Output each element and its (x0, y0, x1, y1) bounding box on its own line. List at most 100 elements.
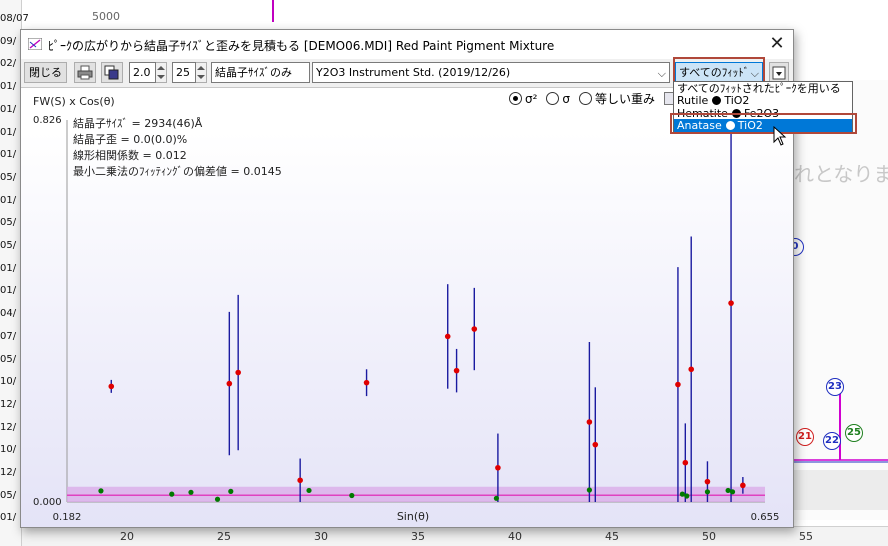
data-point-red[interactable] (495, 464, 501, 471)
data-point-red[interactable] (592, 441, 599, 448)
dropdown-option--[interactable]: すべてのﾌｨｯﾄされたﾋﾟｰｸを用いる (674, 82, 852, 95)
export-button[interactable] (769, 62, 789, 83)
data-point-red[interactable] (740, 482, 746, 489)
data-point-green[interactable] (349, 492, 355, 499)
background-date-label: 05/ (0, 217, 17, 229)
plot-marks (98, 104, 746, 502)
data-point-red[interactable] (444, 333, 451, 340)
background-date-label: 07/ (0, 330, 17, 342)
spin-up-icon (197, 66, 205, 70)
background-date-label: 01/ (0, 285, 17, 297)
data-point-green[interactable] (306, 487, 312, 494)
count-spinner[interactable] (196, 62, 207, 83)
data-point-green[interactable] (228, 488, 234, 494)
data-point-green[interactable] (586, 487, 592, 493)
background-bottom-axis: 20 25 30 35 40 45 50 55 (22, 526, 888, 546)
plot-labels: FW(S) x Cos(θ) 0.826 0.000 0.182 0.655 Sin(θ)… (33, 95, 779, 523)
data-point-red[interactable] (363, 379, 370, 386)
print-button[interactable] (74, 62, 96, 83)
data-point-green[interactable] (704, 489, 711, 495)
data-point-red[interactable] (297, 477, 303, 484)
background-date-label: 10/ (0, 444, 17, 456)
data-point-red[interactable] (586, 419, 593, 425)
threshold-input[interactable]: 2.0 (129, 62, 156, 83)
data-point-green[interactable] (98, 488, 104, 494)
background-axis-tick: 40 (508, 530, 522, 543)
data-point-green[interactable] (169, 491, 175, 497)
close-button[interactable]: 閉じる (24, 62, 67, 83)
data-point-red[interactable] (226, 380, 233, 387)
background-banner-text: れとなりま (794, 162, 888, 186)
background-date-label: 02/ (0, 58, 17, 70)
dialog-titlebar[interactable]: ﾋﾟｰｸの広がりから結晶子ｻｲｽﾞと歪みを見積もる [DEMO06.MDI] R… (21, 30, 793, 59)
background-pattern-plot (792, 80, 888, 520)
background-date-label: 08/07 (0, 13, 29, 24)
x-max-tick-label: 0.655 (751, 512, 780, 523)
background-peak-label: 22 (823, 432, 841, 450)
spin-down-icon (157, 75, 165, 79)
instrument-combo[interactable]: Y2O3 Instrument Std. (2019/12/26) ⌵ (312, 62, 670, 83)
data-point-red[interactable] (688, 366, 695, 373)
data-point-green[interactable] (679, 491, 685, 497)
weighting-radio-1[interactable] (546, 92, 560, 105)
x-min-tick-label: 0.182 (53, 512, 82, 523)
y-min-tick-label: 0.000 (33, 497, 62, 508)
plot-svg: FW(S) x Cos(θ) 0.826 0.000 0.182 0.655 Sin(θ)… (33, 95, 779, 523)
fit-statistic-0: 結晶子ｻｲｽﾞ = 2934(46)Å (73, 116, 203, 130)
mode-combo[interactable]: 結晶子ｻｲｽﾞのみ (211, 62, 310, 83)
data-point-green[interactable] (188, 489, 194, 495)
background-peak-label: 23 (826, 378, 844, 396)
data-point-red[interactable] (108, 383, 115, 390)
data-point-green[interactable] (725, 487, 731, 494)
background-file-list: 08/07 09/02/01/01/01/01/05/01/05/05/01/01… (0, 0, 29, 546)
fit-statistic-1: 結晶子歪 = 0.0(0.0)% (73, 132, 187, 146)
dropdown-option-rutile[interactable]: Rutile TiO2 (674, 94, 852, 107)
weighting-radio-0[interactable] (509, 92, 522, 105)
background-date-label: 01/ (0, 262, 17, 274)
data-point-red[interactable] (682, 459, 689, 466)
dropdown-option-formula: TiO2 (724, 94, 750, 108)
background-axis-tick: 50 (702, 530, 716, 543)
background-date-label: 01/ (0, 81, 17, 93)
background-peak-spike (272, 0, 274, 22)
threshold-spinner[interactable] (156, 62, 167, 83)
mode-combo-value: 結晶子ｻｲｽﾞのみ (215, 66, 292, 79)
data-point-red[interactable] (704, 478, 711, 485)
dialog-app-icon (28, 38, 42, 50)
background-axis-tick: 25 (217, 530, 231, 543)
data-point-red[interactable] (675, 381, 681, 388)
weighting-radio-label: 等しい重み (595, 92, 656, 106)
export-icon (772, 66, 786, 80)
data-point-green[interactable] (684, 493, 690, 499)
copy-icon (104, 65, 119, 80)
background-date-label: 01/ (0, 149, 17, 161)
spin-up-icon (157, 66, 165, 70)
fit-statistic-3: 最小二乗法のﾌｨｯﾃｨﾝｸﾞの偏差値 = 0.0145 (73, 164, 282, 178)
data-point-red[interactable] (453, 367, 460, 374)
dropdown-option-label: Rutile (677, 94, 709, 108)
highlight-frame-anatase (670, 113, 857, 134)
dialog-title: ﾋﾟｰｸの広がりから結晶子ｻｲｽﾞと歪みを見積もる [DEMO06.MDI] R… (48, 39, 555, 53)
y-max-tick-label: 0.826 (33, 115, 62, 126)
data-point-red[interactable] (471, 326, 478, 332)
background-date-label: 04/ (0, 308, 17, 320)
data-point-red[interactable] (728, 300, 734, 306)
data-point-green[interactable] (729, 489, 736, 495)
data-point-green[interactable] (214, 496, 221, 502)
data-point-red[interactable] (235, 369, 241, 376)
count-input[interactable]: 25 (172, 62, 196, 83)
background-date-label: 10/ (0, 376, 17, 388)
close-icon[interactable]: ✕ (765, 33, 789, 55)
background-date-label: 12/ (0, 398, 17, 410)
copy-button[interactable] (101, 62, 123, 83)
background-peak-label: 21 (796, 428, 814, 446)
data-point-green[interactable] (493, 495, 500, 501)
printer-icon (77, 65, 93, 80)
williamson-hall-plot[interactable]: FW(S) x Cos(θ) 0.826 0.000 0.182 0.655 Sin(θ)… (21, 87, 793, 527)
dropdown-option-label: すべてのﾌｨｯﾄされたﾋﾟｰｸを用いる (677, 82, 841, 95)
background-axis-tick: 55 (799, 530, 813, 543)
background-axis-tick: 30 (314, 530, 328, 543)
weighting-radio-2[interactable] (579, 92, 593, 105)
background-axis-tick: 45 (605, 530, 619, 543)
background-axis-tick: 20 (120, 530, 134, 543)
